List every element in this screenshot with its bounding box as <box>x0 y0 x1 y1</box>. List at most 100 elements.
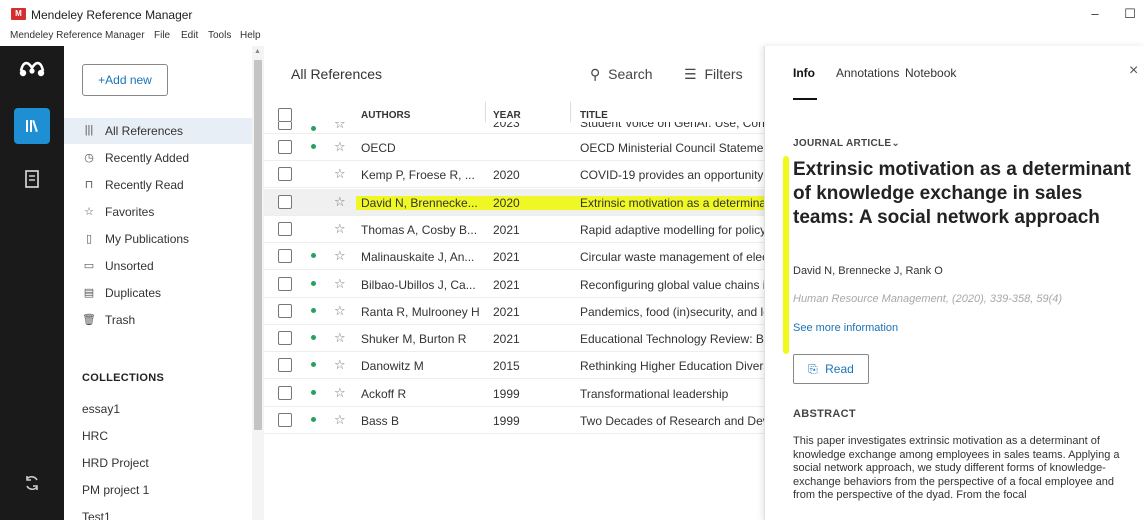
read-button[interactable]: ⎘ Read <box>793 354 869 384</box>
star-icon[interactable]: ☆ <box>334 276 346 292</box>
cell-title: OECD Ministerial Council Statemer <box>580 141 764 155</box>
minimize-button[interactable]: – <box>1085 4 1105 24</box>
sidebar-item-recently-read[interactable]: ⊓ Recently Read <box>64 172 252 198</box>
row-checkbox[interactable] <box>278 249 292 264</box>
table-row[interactable]: ☆ Malinauskaite J, An... 2021 Circular wast… <box>264 243 764 271</box>
star-icon[interactable]: ☆ <box>334 357 346 373</box>
sidebar-item-duplicates[interactable]: ▤ Duplicates <box>64 280 252 306</box>
cell-title: COVID-19 provides an opportunity <box>580 168 764 183</box>
sidebar-item-label: My Publications <box>105 232 190 246</box>
column-header-title[interactable]: TITLE <box>580 110 608 121</box>
add-new-button[interactable]: +Add new <box>82 64 168 96</box>
sidebar-item-recently-added[interactable]: ◷ Recently Added <box>64 145 252 171</box>
cell-title: Rethinking Higher Education Divers <box>580 359 764 374</box>
star-icon[interactable]: ☆ <box>334 194 346 210</box>
cell-year: 2023 <box>493 122 520 130</box>
star-icon[interactable]: ☆ <box>334 330 346 346</box>
row-checkbox[interactable] <box>278 122 292 130</box>
column-header-year[interactable]: YEAR <box>493 110 521 121</box>
star-icon[interactable]: ☆ <box>334 166 346 182</box>
row-checkbox[interactable] <box>278 221 292 236</box>
sidebar-item-favorites[interactable]: ☆ Favorites <box>64 199 252 225</box>
row-checkbox[interactable] <box>278 167 292 182</box>
mendeley-logo-icon[interactable] <box>18 58 46 80</box>
collection-item[interactable]: PM project 1 <box>82 483 149 497</box>
star-icon[interactable]: ☆ <box>334 385 346 401</box>
sidebar-scrollbar[interactable]: ▲ <box>252 46 264 520</box>
collection-item[interactable]: HRD Project <box>82 456 149 470</box>
cell-year: 2021 <box>493 304 520 319</box>
sidebar-item-trash[interactable]: 🗑 Trash <box>64 307 252 333</box>
star-icon[interactable]: ☆ <box>334 221 346 237</box>
sync-icon[interactable] <box>20 474 44 498</box>
star-icon[interactable]: ☆ <box>334 303 346 319</box>
collection-item[interactable]: Test1 <box>82 510 111 520</box>
star-icon[interactable]: ☆ <box>334 139 346 155</box>
row-checkbox[interactable] <box>278 194 292 209</box>
window-title: Mendeley Reference Manager <box>31 8 193 22</box>
row-checkbox[interactable] <box>278 413 292 427</box>
cell-authors: David N, Brennecke... <box>361 195 478 210</box>
filters-button[interactable]: ☰ Filters <box>684 66 743 83</box>
table-row[interactable]: ☆ 2023 Student Voice on GenAI: Use, Con <box>264 122 764 134</box>
app-logo-icon: M <box>11 8 26 20</box>
collection-item[interactable]: essay1 <box>82 402 120 416</box>
cell-title: Rapid adaptive modelling for policy <box>580 222 764 237</box>
row-checkbox[interactable] <box>278 140 292 154</box>
menu-tools[interactable]: Tools <box>208 30 231 41</box>
close-icon[interactable]: × <box>1129 62 1138 80</box>
reference-title[interactable]: Extrinsic motivation as a determinant of… <box>793 158 1137 230</box>
menu-help[interactable]: Help <box>240 30 261 41</box>
table-row[interactable]: ☆ Thomas A, Cosby B... 2021 Rapid adaptive … <box>264 215 764 243</box>
sidebar-item-all-references[interactable]: ||| All References <box>64 118 252 144</box>
notebook-icon[interactable] <box>22 170 42 190</box>
select-all-checkbox[interactable] <box>278 108 292 122</box>
read-status-dot <box>311 126 316 131</box>
scroll-up-icon[interactable]: ▲ <box>254 48 261 55</box>
table-row[interactable]: ☆ Kemp P, Froese R, ... 2020 COVID-19 provi… <box>264 161 764 189</box>
row-checkbox[interactable] <box>278 331 292 346</box>
filters-label: Filters <box>704 66 743 82</box>
sidebar-item-my-publications[interactable]: ▯ My Publications <box>64 226 252 252</box>
menu-app[interactable]: Mendeley Reference Manager <box>10 30 145 41</box>
tab-annotations[interactable]: Annotations <box>836 66 899 80</box>
table-row[interactable]: ☆ Ackoff R 1999 Transformational leadership <box>264 379 764 407</box>
row-checkbox[interactable] <box>278 358 292 373</box>
table-row[interactable]: ☆ David N, Brennecke... 2020 Extrinsic moti… <box>264 188 764 216</box>
reference-type-dropdown[interactable]: JOURNAL ARTICLE⌄ <box>793 138 900 149</box>
menu-file[interactable]: File <box>154 30 170 41</box>
maximize-button[interactable]: ☐ <box>1120 4 1140 24</box>
sidebar-item-label: All References <box>105 124 184 138</box>
table-row[interactable]: ☆ Bilbao-Ubillos J, Ca... 2021 Reconfigurin… <box>264 270 764 298</box>
nav-rail <box>0 46 64 520</box>
tray-icon: ▭ <box>83 260 95 272</box>
row-checkbox[interactable] <box>278 276 292 291</box>
row-checkbox[interactable] <box>278 303 292 318</box>
cell-authors: Danowitz M <box>361 359 424 374</box>
reference-authors[interactable]: David N, Brennecke J, Rank O <box>793 265 943 277</box>
collection-item[interactable]: HRC <box>82 429 108 443</box>
star-icon[interactable]: ☆ <box>334 122 346 132</box>
table-row[interactable]: ☆ Shuker M, Burton R 2021 Educational Techn… <box>264 325 764 353</box>
search-button[interactable]: ⚲ Search <box>590 66 653 83</box>
row-checkbox[interactable] <box>278 385 292 400</box>
library-icon[interactable] <box>14 108 50 144</box>
table-row[interactable]: ☆ Bass B 1999 Two Decades of Research and D… <box>264 407 764 434</box>
column-header-authors[interactable]: AUTHORS <box>361 110 410 121</box>
reference-journal[interactable]: Human Resource Management, (2020), 339-3… <box>793 293 1062 305</box>
read-status-dot <box>311 307 316 313</box>
scrollbar-thumb[interactable] <box>254 60 262 430</box>
star-icon[interactable]: ☆ <box>334 248 346 264</box>
sidebar: +Add new ||| All References ◷ Recently A… <box>64 46 252 520</box>
table-row[interactable]: ☆ Danowitz M 2015 Rethinking Higher Educati… <box>264 352 764 380</box>
see-more-information-link[interactable]: See more information <box>793 322 898 334</box>
table-row[interactable]: ☆ Ranta R, Mulrooney H 2021 Pandemics, food… <box>264 297 764 325</box>
star-icon: ☆ <box>84 206 94 218</box>
menu-edit[interactable]: Edit <box>181 30 198 41</box>
abstract-text[interactable]: This paper investigates extrinsic motiva… <box>793 435 1139 503</box>
tab-info[interactable]: Info <box>793 66 815 80</box>
table-row[interactable]: ☆ OECD OECD Ministerial Council Statemer <box>264 134 764 161</box>
tab-notebook[interactable]: Notebook <box>905 66 956 80</box>
sidebar-item-unsorted[interactable]: ▭ Unsorted <box>64 253 252 279</box>
star-icon[interactable]: ☆ <box>334 412 346 428</box>
